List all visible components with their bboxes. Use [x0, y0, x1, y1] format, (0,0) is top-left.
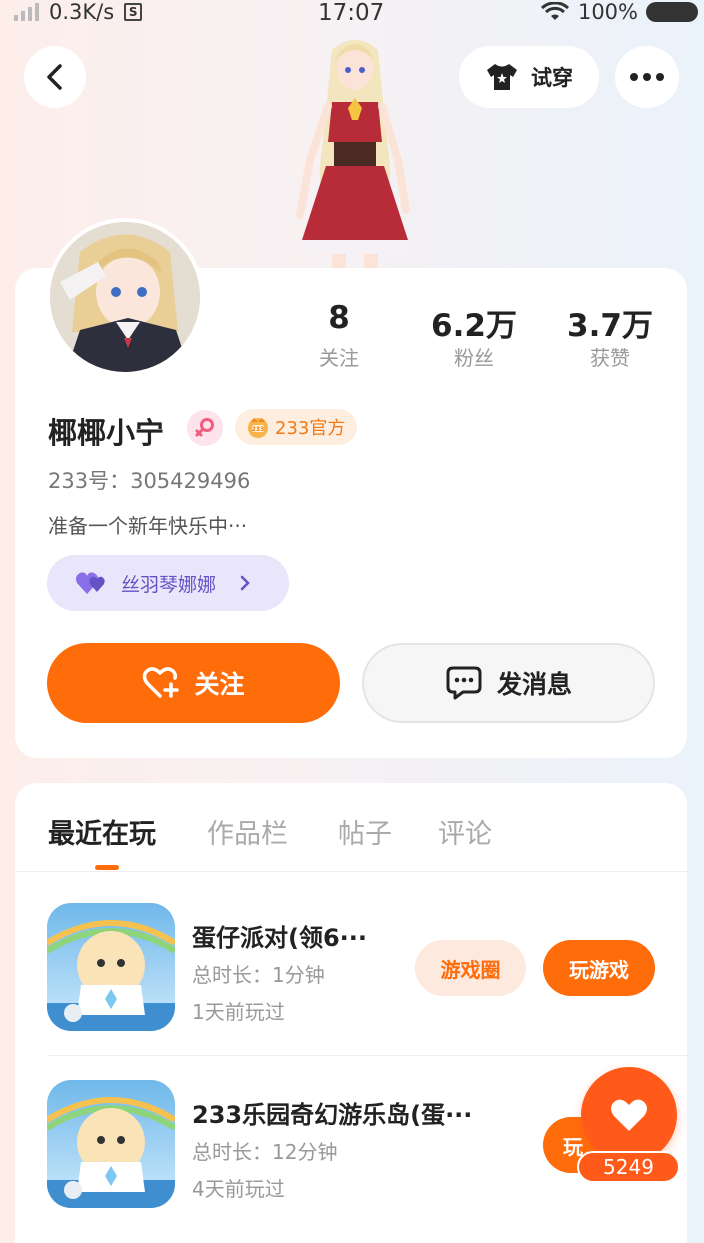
character-figure	[296, 40, 410, 270]
like-count: 5249	[577, 1151, 680, 1183]
battery-percent: 100%	[577, 0, 638, 24]
row-divider	[47, 1055, 687, 1056]
fan-tag-button[interactable]: 丝羽琴娜娜	[47, 555, 289, 611]
send-message-button[interactable]: 发消息	[362, 643, 655, 723]
tab-posts[interactable]: 帖子	[338, 812, 392, 851]
signal-icon	[14, 3, 39, 21]
game-title[interactable]: 蛋仔派对(领6···	[192, 918, 367, 953]
play-game-button[interactable]: 玩游戏	[543, 940, 655, 996]
battery-icon	[646, 2, 698, 22]
clock: 17:07	[318, 0, 385, 26]
stat-likes-value: 3.7万	[567, 308, 653, 344]
sim-badge: S	[124, 3, 143, 21]
stat-likes-label: 获赞	[590, 346, 630, 370]
game-duration: 总时长：12分钟	[192, 1140, 338, 1164]
fan-tag-label: 丝羽琴娜娜	[121, 573, 217, 596]
game-last-played: 4天前玩过	[192, 1177, 285, 1201]
net-speed: 0.3K/s	[49, 0, 115, 24]
stat-following-value: 8	[328, 300, 350, 336]
game-title[interactable]: 233乐园奇幻游乐岛(蛋···	[192, 1095, 472, 1130]
stat-fans[interactable]: 6.2万 粉丝	[409, 300, 539, 371]
send-message-label: 发消息	[496, 670, 572, 699]
gender-badge	[187, 410, 223, 446]
heart-plus-icon	[143, 667, 180, 698]
game-art	[47, 903, 175, 1031]
back-arrow-icon	[47, 64, 62, 90]
game-icon-eggy-party[interactable]	[47, 903, 175, 1031]
chevron-right-icon	[240, 575, 250, 591]
official-badge-label: 233官方	[275, 418, 346, 439]
game-duration: 总时长：1分钟	[192, 963, 325, 987]
avatar-illustration	[50, 222, 200, 372]
more-button[interactable]	[615, 46, 679, 108]
tab-comments[interactable]: 评论	[438, 812, 492, 851]
stat-likes[interactable]: 3.7万 获赞	[545, 300, 675, 371]
user-bio[interactable]: 准备一个新年快乐中···	[48, 510, 247, 539]
follow-label: 关注	[194, 670, 245, 699]
game-circle-button[interactable]: 游戏圈	[415, 940, 526, 996]
user-id[interactable]: 233号：305429496	[48, 465, 250, 495]
game-art	[47, 1080, 175, 1208]
stat-following-label: 关注	[319, 346, 359, 370]
crown-medal-icon: 233	[248, 418, 268, 438]
status-bar: 0.3K/s S 17:07 100%	[0, 0, 704, 28]
tab-indicator	[95, 865, 119, 870]
shirt-icon	[487, 64, 517, 90]
user-name: 椰椰小宁	[48, 416, 165, 450]
game-last-played: 1天前玩过	[192, 1000, 285, 1024]
double-heart-icon	[76, 572, 105, 594]
back-button[interactable]	[24, 46, 86, 108]
tab-works[interactable]: 作品栏	[207, 812, 288, 851]
chat-bubble-icon	[446, 666, 482, 700]
stat-following[interactable]: 8 关注	[274, 300, 404, 371]
try-on-button[interactable]: 试穿	[459, 46, 599, 108]
official-badge[interactable]: 233 233官方	[235, 409, 358, 445]
svg-text:233: 233	[252, 426, 265, 433]
try-on-label: 试穿	[531, 66, 573, 90]
more-dots-icon	[630, 73, 664, 81]
wifi-icon	[540, 2, 569, 20]
floating-like-button[interactable]	[581, 1067, 677, 1163]
tab-recently-played[interactable]: 最近在玩	[48, 812, 156, 851]
avatar[interactable]	[46, 218, 204, 376]
female-icon	[195, 418, 214, 437]
stat-fans-label: 粉丝	[454, 346, 494, 370]
stat-fans-value: 6.2万	[431, 308, 517, 344]
game-icon-233-park[interactable]	[47, 1080, 175, 1208]
heart-icon	[611, 1099, 647, 1131]
tab-divider	[15, 871, 687, 872]
follow-button[interactable]: 关注	[47, 643, 340, 723]
